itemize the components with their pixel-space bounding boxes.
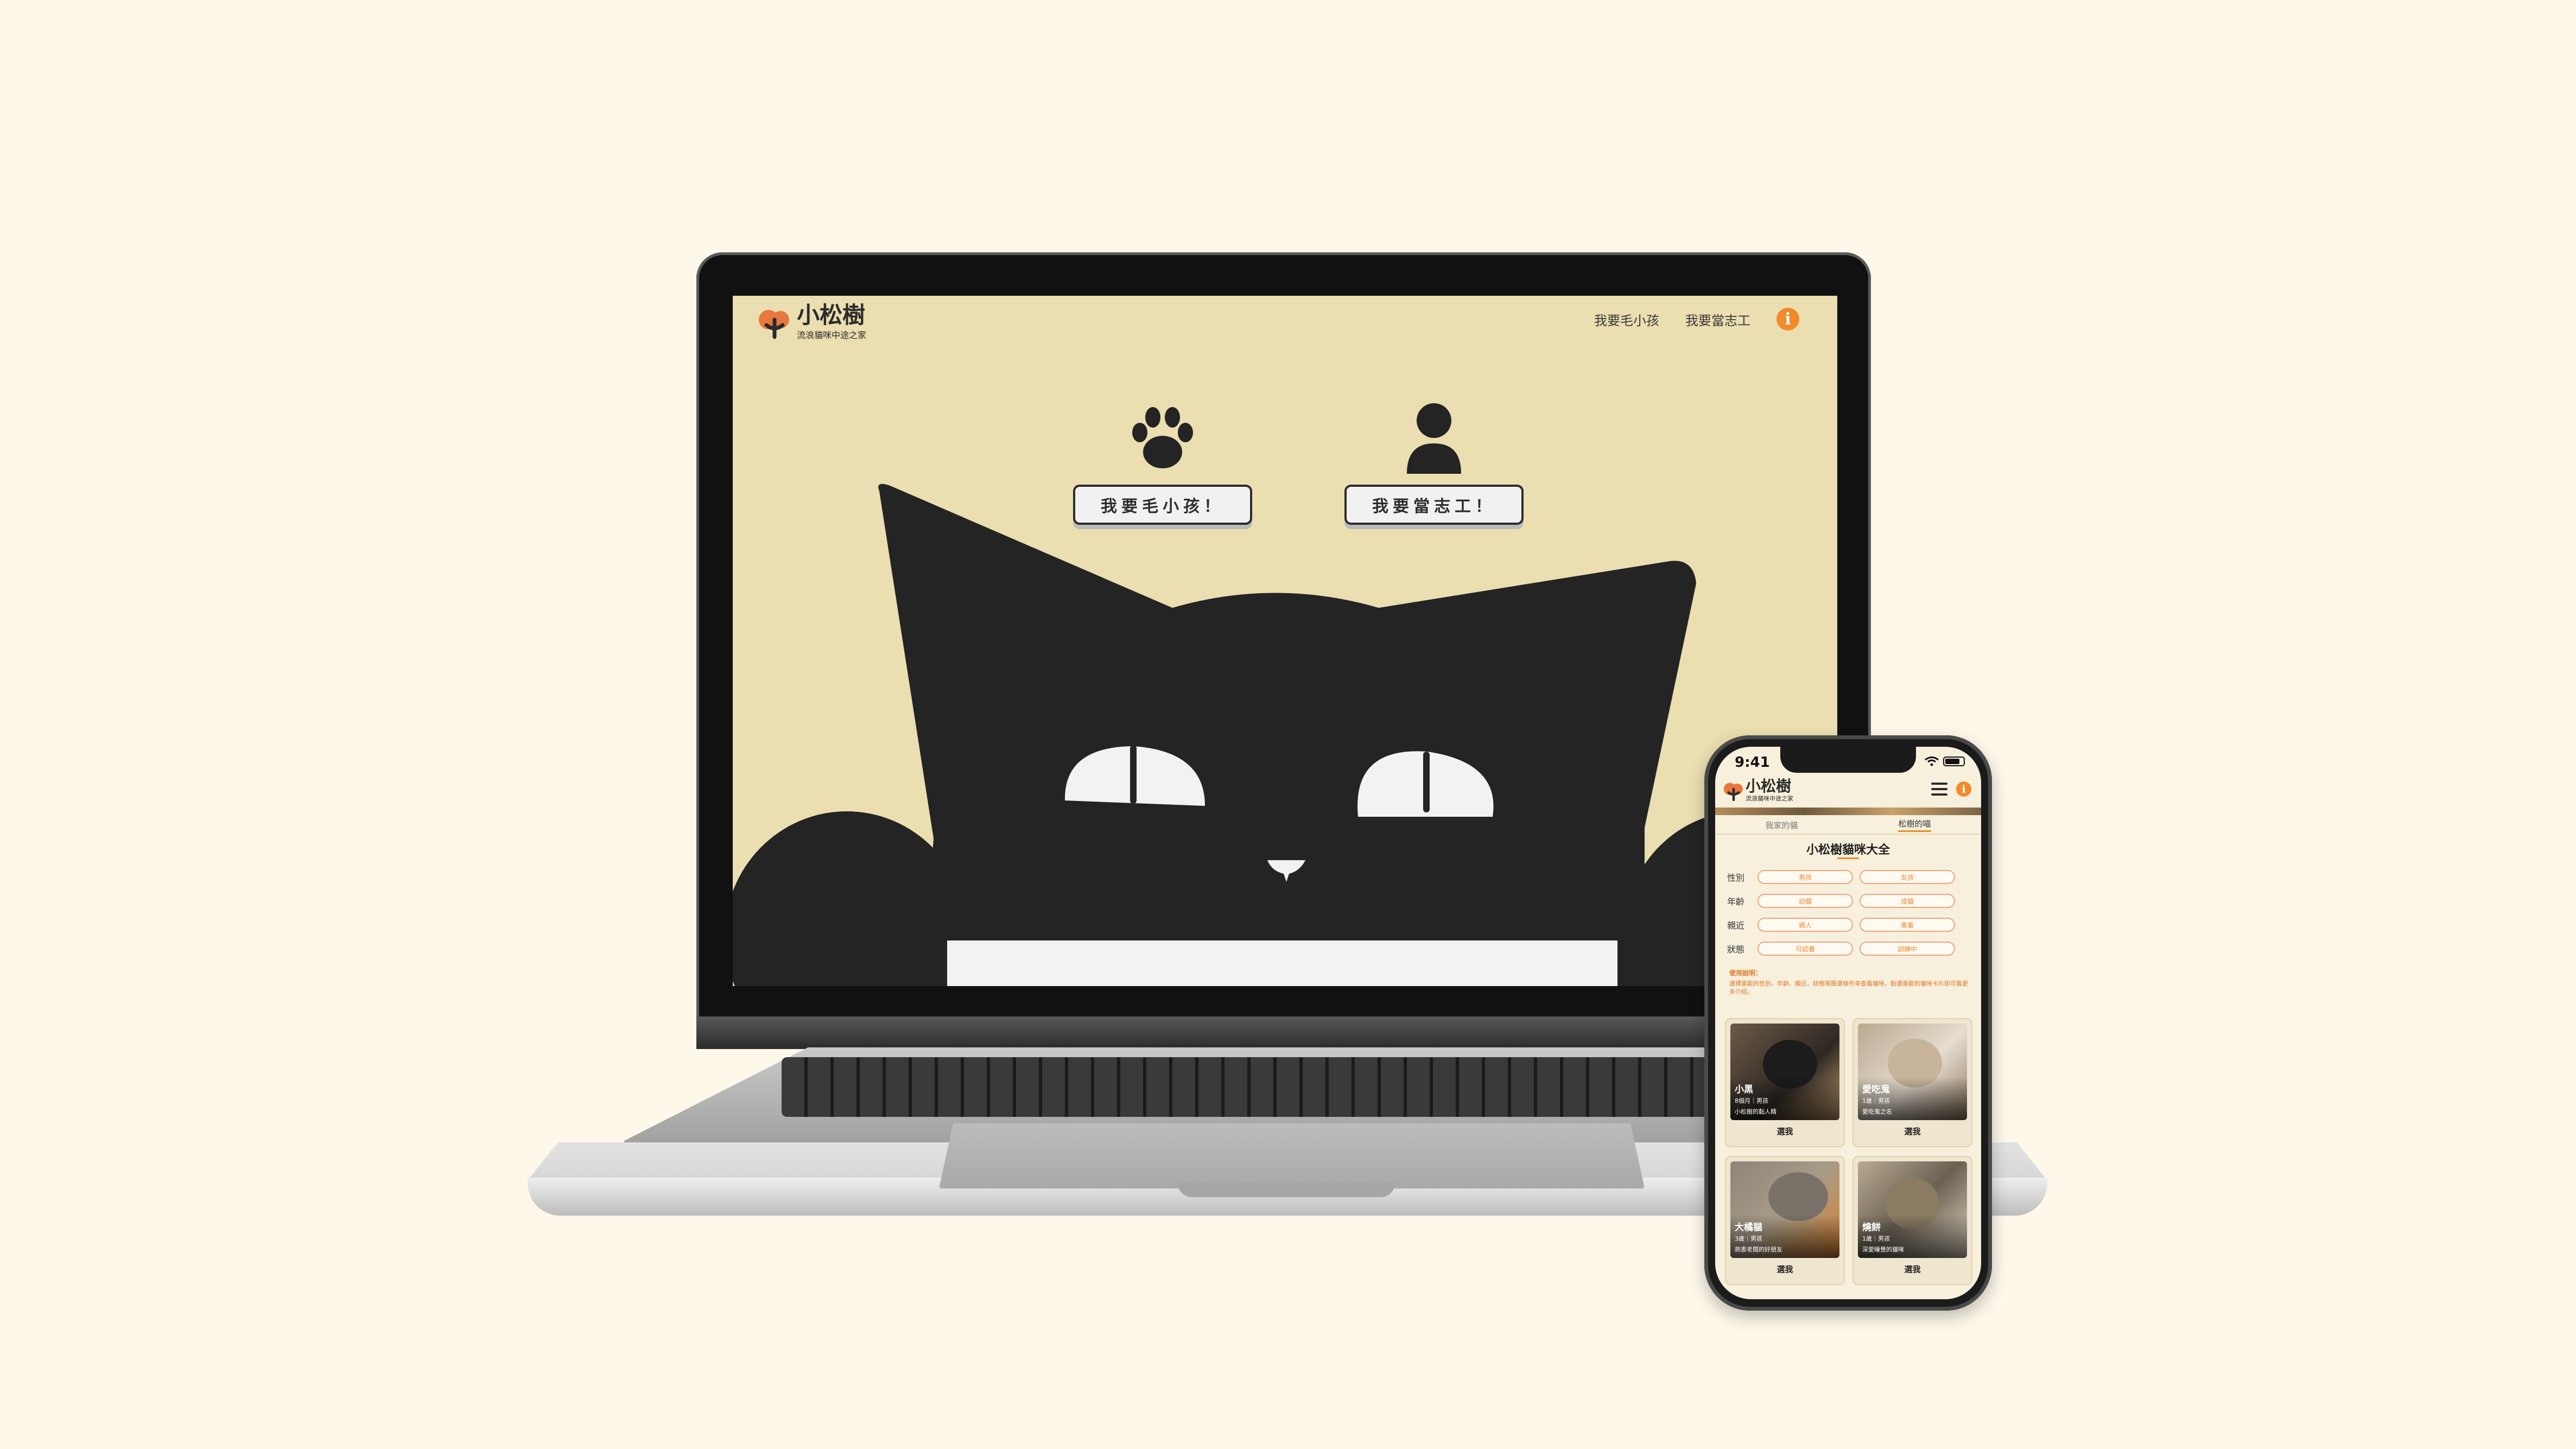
filter-option[interactable]: 親人 xyxy=(1757,918,1853,932)
phone-header: 小松樹 流浪貓咪中途之家 i xyxy=(1722,775,1975,806)
cta-adopt: 我要毛小孩！ xyxy=(1073,399,1252,525)
filter-option[interactable]: 女孩 xyxy=(1860,870,1955,884)
cat-meta: 1歲｜男孩 xyxy=(1862,1235,1890,1242)
title-underline xyxy=(1837,857,1859,859)
usage-note-text: 選擇喜歡的性別、年齡、親近、狀態等篩選條件來查看貓咪，點選喜歡的貓咪卡片即可看更… xyxy=(1729,980,1968,995)
filter-row-gender: 性別 男孩 女孩 xyxy=(1727,865,1969,889)
logo-title: 小松樹 xyxy=(797,302,866,328)
cta-volunteer: 我要當志工！ xyxy=(1344,399,1524,525)
filter-option[interactable]: 幼貓 xyxy=(1757,894,1853,908)
filter-row-age: 年齡 幼貓 成貓 xyxy=(1727,889,1969,913)
cat-photo: 燒餅 1歲｜男孩 深愛睡覺的貓咪 xyxy=(1858,1161,1967,1258)
filter-label: 親近 xyxy=(1727,920,1745,931)
cat-card[interactable]: 小黑 8個月｜男孩 小松樹的黏人精 選我 xyxy=(1725,1018,1845,1147)
phone-logo-subtitle: 流浪貓咪中途之家 xyxy=(1746,795,1793,802)
cat-tray xyxy=(947,940,1617,986)
filter-option[interactable]: 可認養 xyxy=(1757,942,1853,956)
cat-body xyxy=(878,484,1696,986)
phone-tabs: 我家的貓 松樹的喵 xyxy=(1715,816,1981,835)
phone-notch xyxy=(1780,747,1916,773)
choose-button[interactable]: 選我 xyxy=(1858,1263,1967,1275)
wifi-icon xyxy=(1925,757,1939,766)
cat-card-grid: 小黑 8個月｜男孩 小松樹的黏人精 選我 愛吃鬼 1歲｜男孩 愛吃鬼之名 選我 … xyxy=(1725,1018,1972,1285)
filter-label: 狀態 xyxy=(1727,944,1745,955)
person-icon xyxy=(1407,403,1461,474)
battery-icon xyxy=(1943,757,1965,766)
cat-meta: 8個月｜男孩 xyxy=(1735,1097,1768,1104)
filter-option[interactable]: 成貓 xyxy=(1860,894,1955,908)
usage-note: 使用說明： 選擇喜歡的性別、年齡、親近、狀態等篩選條件來查看貓咪，點選喜歡的貓咪… xyxy=(1729,968,1968,996)
cat-photo: 大橘貓 3歲｜男孩 熱衷老闆的好朋友 xyxy=(1730,1161,1839,1258)
phone-screen: 9:41 小松樹 流浪貓咪中途之家 i 我家的貓 松樹的喵 小松樹貓咪大全 性別… xyxy=(1715,747,1981,1299)
laptop-keyboard xyxy=(782,1057,1802,1117)
laptop-hinge xyxy=(696,1016,1871,1049)
laptop-lid-notch xyxy=(1178,1183,1395,1197)
nav-link-volunteer[interactable]: 我要當志工 xyxy=(1685,310,1750,329)
status-time: 9:41 xyxy=(1735,754,1770,771)
filter-option[interactable]: 訓練中 xyxy=(1860,942,1955,956)
cat-photo: 愛吃鬼 1歲｜男孩 愛吃鬼之名 xyxy=(1858,1024,1967,1120)
phone-banner xyxy=(1715,808,1981,815)
cat-card[interactable]: 大橘貓 3歲｜男孩 熱衷老闆的好朋友 選我 xyxy=(1725,1156,1845,1285)
tab-pine-cats[interactable]: 松樹的喵 xyxy=(1898,818,1931,832)
cat-desc: 小松樹的黏人精 xyxy=(1735,1108,1776,1115)
laptop-trackpad xyxy=(939,1123,1645,1189)
cat-name: 小黑 xyxy=(1735,1084,1753,1095)
filter-panel: 性別 男孩 女孩 年齡 幼貓 成貓 親近 親人 害羞 狀態 可認養 訓練中 xyxy=(1727,865,1969,961)
cat-card[interactable]: 愛吃鬼 1歲｜男孩 愛吃鬼之名 選我 xyxy=(1852,1018,1972,1147)
status-bar: 9:41 xyxy=(1715,747,1981,775)
choose-button[interactable]: 選我 xyxy=(1858,1126,1967,1137)
cat-photo: 小黑 8個月｜男孩 小松樹的黏人精 xyxy=(1730,1024,1839,1120)
laptop-screen: 小松樹 流浪貓咪中途之家 我要毛小孩 我要當志工 i 我要毛小孩！ 我要當志工！ xyxy=(733,296,1837,986)
logo-subtitle: 流浪貓咪中途之家 xyxy=(797,330,867,340)
filter-label: 性別 xyxy=(1727,873,1745,883)
cat-desc: 深愛睡覺的貓咪 xyxy=(1862,1246,1904,1253)
cat-name: 大橘貓 xyxy=(1735,1222,1762,1233)
tab-my-cats[interactable]: 我家的貓 xyxy=(1765,819,1798,831)
info-icon[interactable]: i xyxy=(1776,308,1799,331)
cat-illustration xyxy=(733,484,1837,986)
cat-desc: 熱衷老闆的好朋友 xyxy=(1735,1246,1782,1253)
cat-name: 燒餅 xyxy=(1862,1222,1881,1233)
top-nav: 我要毛小孩 我要當志工 i xyxy=(1594,308,1799,331)
filter-option[interactable]: 害羞 xyxy=(1860,918,1955,932)
filter-row-status: 狀態 可認養 訓練中 xyxy=(1727,937,1969,961)
nav-link-adopt[interactable]: 我要毛小孩 xyxy=(1594,310,1659,329)
adopt-button[interactable]: 我要毛小孩！ xyxy=(1073,485,1252,525)
filter-option[interactable]: 男孩 xyxy=(1757,870,1853,884)
cat-meta: 1歲｜男孩 xyxy=(1862,1097,1890,1104)
info-icon[interactable]: i xyxy=(1956,781,1971,797)
squirrel-logo-icon xyxy=(759,310,789,339)
site-logo[interactable]: 小松樹 流浪貓咪中途之家 xyxy=(756,303,866,341)
volunteer-button[interactable]: 我要當志工！ xyxy=(1344,485,1524,525)
cat-desc: 愛吃鬼之名 xyxy=(1862,1108,1892,1115)
filter-row-friendliness: 親近 親人 害羞 xyxy=(1727,913,1969,937)
filter-label: 年齡 xyxy=(1727,897,1745,907)
paw-icon xyxy=(1132,407,1193,468)
status-icons xyxy=(1925,757,1965,766)
cat-name: 愛吃鬼 xyxy=(1862,1084,1890,1095)
page-title: 小松樹貓咪大全 xyxy=(1806,843,1890,857)
choose-button[interactable]: 選我 xyxy=(1730,1263,1839,1275)
cat-meta: 3歲｜男孩 xyxy=(1735,1235,1762,1242)
usage-note-title: 使用說明： xyxy=(1729,969,1762,977)
cat-card[interactable]: 燒餅 1歲｜男孩 深愛睡覺的貓咪 選我 xyxy=(1852,1156,1972,1285)
phone-logo-title: 小松樹 xyxy=(1746,777,1792,795)
choose-button[interactable]: 選我 xyxy=(1730,1126,1839,1137)
hamburger-menu-icon[interactable] xyxy=(1931,783,1947,796)
squirrel-logo-icon[interactable] xyxy=(1722,779,1746,803)
